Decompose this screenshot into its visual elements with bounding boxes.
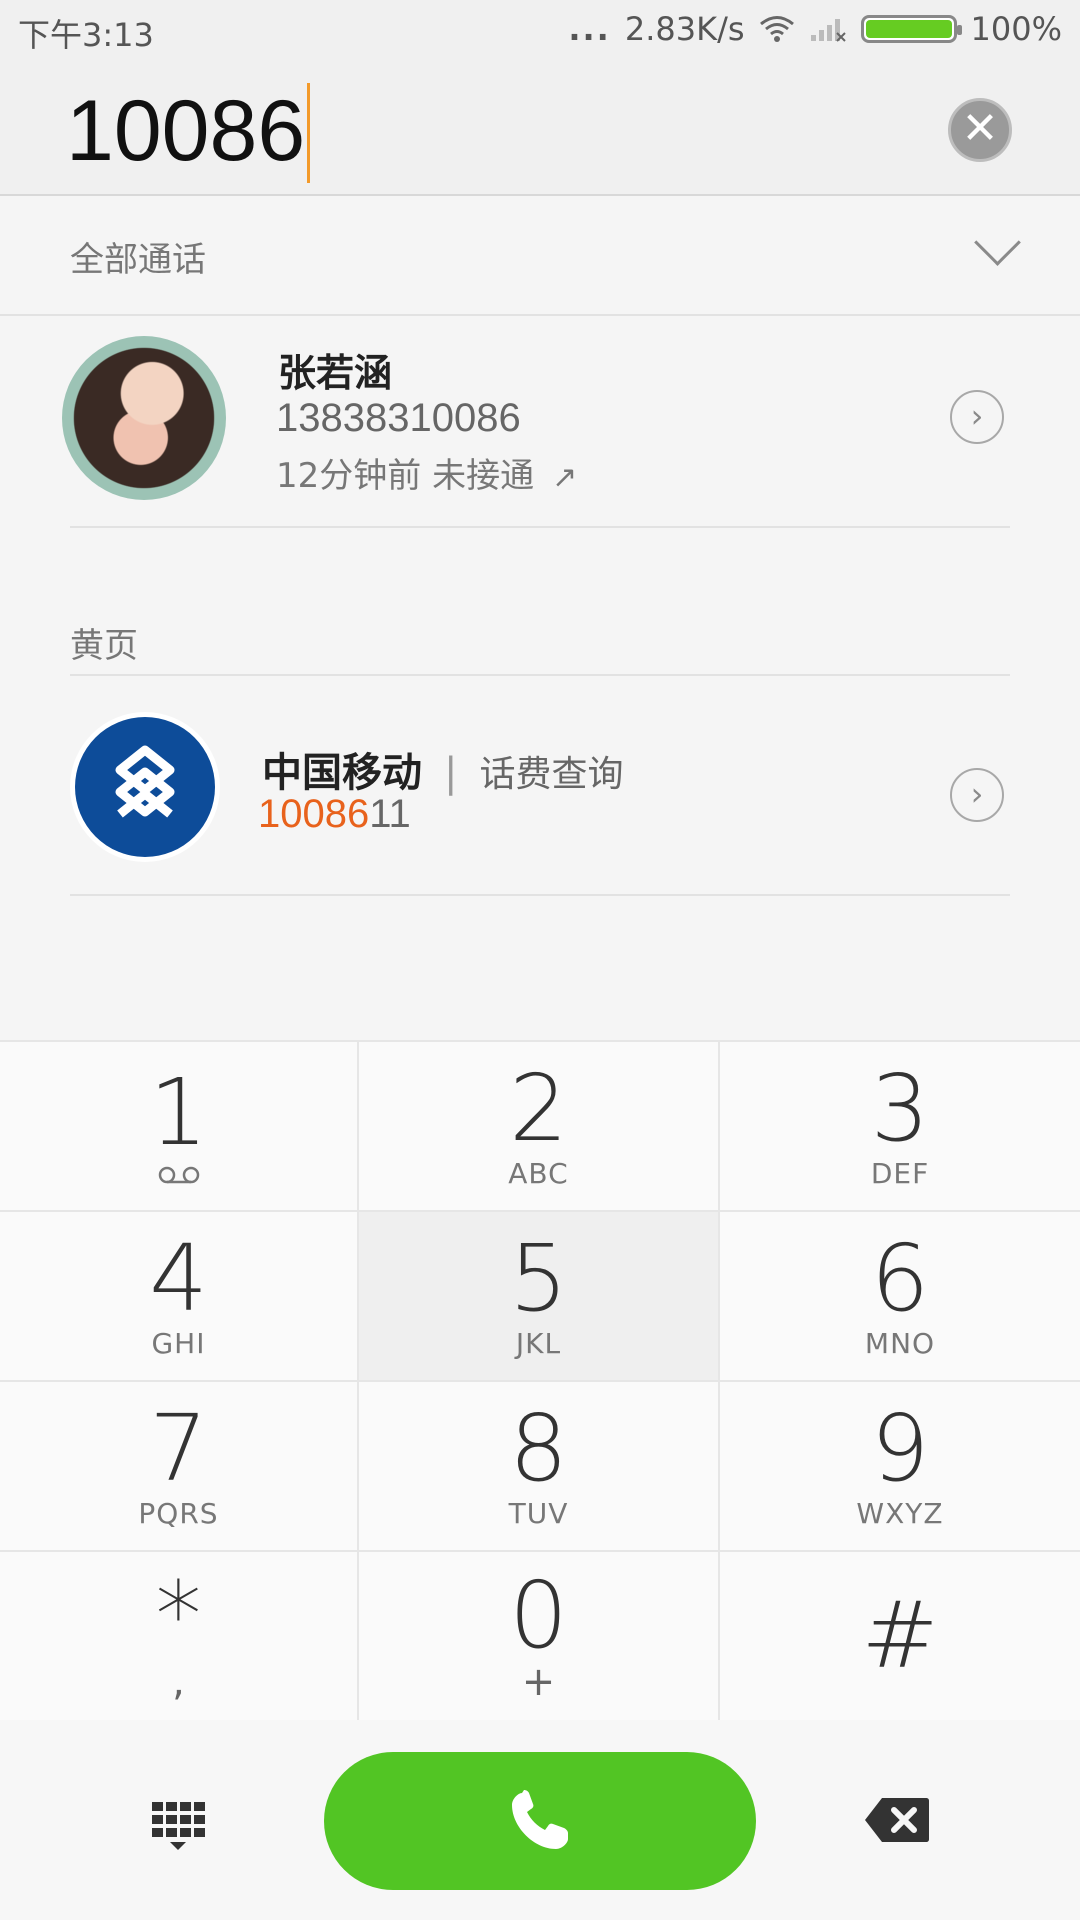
company-name: 中国移动 — [262, 750, 422, 796]
key-letters: WXYZ — [856, 1496, 944, 1530]
key-digit: 0 — [509, 1562, 568, 1669]
contact-detail-button[interactable]: › — [950, 390, 1004, 444]
key-digit: 3 — [870, 1054, 930, 1162]
key-4[interactable]: 4 GHI — [0, 1212, 359, 1382]
key-sub-symbol: , — [172, 1659, 185, 1705]
key-star[interactable]: * , — [0, 1552, 359, 1722]
call-meta: 12分钟前 未接通 ↗ — [276, 448, 577, 497]
chevron-down-icon — [974, 219, 1021, 266]
key-digit: 2 — [509, 1054, 568, 1162]
key-9[interactable]: 9 WXYZ — [720, 1382, 1080, 1552]
keypad-icon[interactable] — [150, 1798, 206, 1854]
call-button[interactable] — [324, 1752, 756, 1890]
yellow-page-name: 中国移动 | 话费查询 — [262, 740, 624, 798]
clear-input-button[interactable]: ✕ — [948, 98, 1012, 162]
key-letters: JKL — [515, 1326, 562, 1360]
key-3[interactable]: 3 DEF — [720, 1042, 1080, 1212]
text-caret — [307, 83, 311, 184]
dial-action-bar — [0, 1720, 1080, 1920]
divider — [70, 894, 1010, 896]
key-digit: 6 — [870, 1224, 930, 1332]
key-6[interactable]: 6 MNO — [720, 1212, 1080, 1382]
key-letters: DEF — [870, 1156, 930, 1190]
outgoing-arrow-icon: ↗ — [552, 460, 578, 495]
status-time: 下午3:13 — [18, 16, 154, 54]
avatar — [62, 336, 226, 500]
key-7[interactable]: 7 PQRS — [0, 1382, 359, 1552]
key-digit: * — [155, 1562, 202, 1669]
call-filter-label: 全部通话 — [70, 240, 206, 280]
key-digit: # — [861, 1582, 939, 1689]
contact-number: 13838310086 — [276, 396, 521, 440]
contact-name: 张若涵 — [278, 351, 393, 395]
key-0[interactable]: 0 + — [359, 1552, 720, 1722]
yellow-page-detail-button[interactable]: › — [950, 768, 1004, 822]
divider — [70, 526, 1010, 528]
number-rest: 11 — [369, 792, 411, 836]
dial-keypad: 1 2 ABC 3 DEF 4 GHI 5 JKL 6 MNO 7 PQRS 8… — [0, 1040, 1080, 1722]
yellow-page-item[interactable]: 中国移动 | 话费查询 1008611 › — [0, 676, 1080, 896]
key-letters: PQRS — [138, 1496, 219, 1530]
network-speed: 2.83K/s — [624, 10, 745, 48]
yellow-pages-title: 黄页 — [70, 626, 138, 666]
number-match-highlight: 10086 — [258, 792, 370, 836]
name-divider: | — [444, 750, 458, 796]
key-digit: 8 — [509, 1394, 568, 1502]
phone-icon — [512, 1790, 568, 1849]
service-tag: 话费查询 — [479, 754, 624, 795]
recent-call-item[interactable]: 张若涵 13838310086 12分钟前 未接通 ↗ › — [0, 316, 1080, 526]
backspace-icon[interactable] — [864, 1796, 930, 1844]
key-letters: ABC — [508, 1156, 569, 1190]
dial-input-bar: 10086 ✕ — [0, 64, 1080, 196]
key-digit: 9 — [870, 1394, 930, 1502]
key-hash[interactable]: # — [720, 1552, 1080, 1722]
key-sub-symbol: + — [521, 1659, 556, 1705]
key-letters: TUV — [508, 1496, 569, 1530]
chevron-right-icon: › — [970, 775, 984, 813]
key-digit: 4 — [149, 1224, 208, 1332]
key-8[interactable]: 8 TUV — [359, 1382, 720, 1552]
voicemail-icon — [158, 1166, 199, 1184]
call-filter-dropdown[interactable]: 全部通话 — [0, 196, 1080, 316]
key-letters: MNO — [864, 1326, 936, 1360]
key-5[interactable]: 5 JKL — [359, 1212, 720, 1382]
key-digit: 5 — [509, 1224, 568, 1332]
yellow-page-number: 1008611 — [258, 792, 411, 837]
signal-icon — [810, 19, 846, 42]
dial-input-value: 10086 — [66, 83, 306, 179]
close-icon: ✕ — [961, 103, 999, 154]
key-digit: 7 — [149, 1394, 208, 1502]
battery-icon — [860, 15, 962, 43]
battery-percent: 100% — [970, 10, 1062, 48]
key-digit: 1 — [149, 1059, 208, 1166]
status-right: ... 2.83K/s 100% — [568, 10, 1062, 48]
chevron-right-icon: › — [970, 397, 984, 435]
dial-input[interactable]: 10086 — [66, 82, 311, 187]
china-mobile-logo — [70, 712, 220, 862]
status-bar: 下午3:13 ... 2.83K/s 100% — [0, 0, 1080, 64]
call-time-status: 12分钟前 未接通 — [276, 456, 535, 496]
key-2[interactable]: 2 ABC — [359, 1042, 720, 1212]
notification-dots: ... — [568, 10, 611, 48]
key-letters: GHI — [151, 1326, 206, 1360]
key-1[interactable]: 1 — [0, 1042, 359, 1212]
wifi-icon — [759, 16, 794, 42]
